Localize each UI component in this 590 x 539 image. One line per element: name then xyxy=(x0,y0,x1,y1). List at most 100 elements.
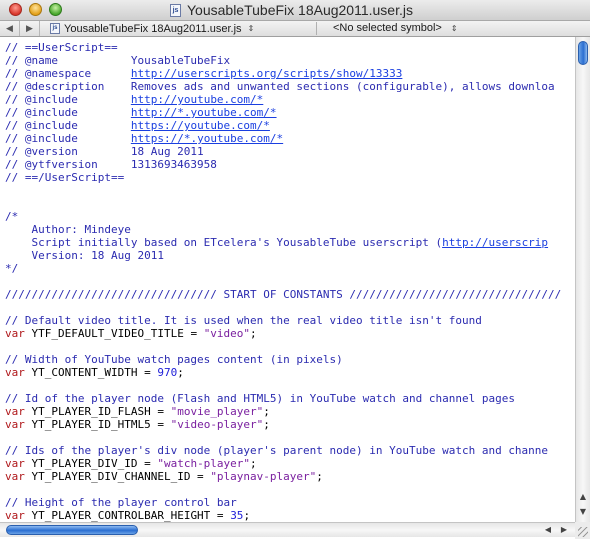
code-token: // @include xyxy=(5,106,131,119)
code-line[interactable]: var YT_PLAYER_ID_HTML5 = "video-player"; xyxy=(5,418,575,431)
code-token: //////////////////////////////// START O… xyxy=(5,288,562,301)
code-line[interactable]: var YT_CONTENT_WIDTH = 970; xyxy=(5,366,575,379)
code-token: // Width of YouTube watch pages content … xyxy=(5,353,343,366)
horizontal-scrollbar[interactable]: ◀ ▶ xyxy=(0,522,575,537)
code-link[interactable]: http://userscripts.org/scripts/show/1333… xyxy=(131,67,403,80)
code-line[interactable]: // @include http://youtube.com/* xyxy=(5,93,575,106)
code-line[interactable]: Version: 18 Aug 2011 xyxy=(5,249,575,262)
navbar-divider xyxy=(316,22,317,35)
code-token: // @ytfversion 1313693463958 xyxy=(5,158,217,171)
code-line[interactable]: // @include https://*.youtube.com/* xyxy=(5,132,575,145)
code-line[interactable] xyxy=(5,301,575,314)
code-line[interactable] xyxy=(5,379,575,392)
code-token: // ==/UserScript== xyxy=(5,171,125,184)
code-line[interactable]: var YT_PLAYER_DIV_ID = "watch-player"; xyxy=(5,457,575,470)
code-line[interactable] xyxy=(5,431,575,444)
code-token: YT_PLAYER_CONTROLBAR_HEIGHT = xyxy=(24,509,231,522)
code-token: var xyxy=(5,405,25,418)
popup-arrow-icon: ⇕ xyxy=(247,24,255,33)
code-link[interactable]: http://userscrip xyxy=(442,236,548,249)
code-line[interactable]: // @include http://*.youtube.com/* xyxy=(5,106,575,119)
code-token: "movie_player" xyxy=(170,405,264,418)
code-line[interactable] xyxy=(5,184,575,197)
code-link[interactable]: https://youtube.com/* xyxy=(131,119,270,132)
code-line[interactable]: // @include https://youtube.com/* xyxy=(5,119,575,132)
back-arrow-button[interactable]: ◀ xyxy=(0,21,20,36)
code-editor[interactable]: // ==UserScript==// @name YousableTubeFi… xyxy=(0,37,575,522)
scroll-left-arrow-icon[interactable]: ◀ xyxy=(541,523,555,537)
code-line[interactable]: // Default video title. It is used when … xyxy=(5,314,575,327)
code-line[interactable]: // @name YousableTubeFix xyxy=(5,54,575,67)
code-token: // @namespace xyxy=(5,67,131,80)
horizontal-scroll-thumb[interactable] xyxy=(6,525,138,535)
code-line[interactable]: var YT_PLAYER_DIV_CHANNEL_ID = "playnav-… xyxy=(5,470,575,483)
code-token: // Default video title. It is used when … xyxy=(5,314,482,327)
code-token: "playnav-player" xyxy=(210,470,317,483)
code-line[interactable]: // @version 18 Aug 2011 xyxy=(5,145,575,158)
code-token: // @include xyxy=(5,132,131,145)
code-token: ; xyxy=(250,327,257,340)
window-title-group: js YousableTubeFix 18Aug2011.user.js xyxy=(170,1,413,19)
code-line[interactable]: // Height of the player control bar xyxy=(5,496,575,509)
code-line[interactable]: // @description Removes ads and unwanted… xyxy=(5,80,575,93)
code-line[interactable]: // ==/UserScript== xyxy=(5,171,575,184)
resize-grip-icon[interactable] xyxy=(578,527,588,537)
code-token: */ xyxy=(5,262,19,275)
code-link[interactable]: http://youtube.com/* xyxy=(131,93,263,106)
code-line[interactable]: Script initially based on ETcelera's You… xyxy=(5,236,575,249)
code-line[interactable]: */ xyxy=(5,262,575,275)
code-line[interactable]: // Width of YouTube watch pages content … xyxy=(5,353,575,366)
code-line[interactable]: // Ids of the player's div node (player'… xyxy=(5,444,575,457)
code-line[interactable]: //////////////////////////////// START O… xyxy=(5,288,575,301)
code-line[interactable]: // @namespace http://userscripts.org/scr… xyxy=(5,67,575,80)
symbol-popup-menu[interactable]: <No selected symbol> ⇕ xyxy=(333,21,458,36)
zoom-window-button[interactable] xyxy=(49,3,62,16)
code-line[interactable]: Author: Mindeye xyxy=(5,223,575,236)
code-token: // Ids of the player's div node (player'… xyxy=(5,444,549,457)
vertical-scroll-thumb[interactable] xyxy=(578,41,588,65)
code-token: var xyxy=(5,470,25,483)
scroll-right-arrow-icon[interactable]: ▶ xyxy=(557,523,571,537)
code-line[interactable]: /* xyxy=(5,210,575,223)
code-line[interactable] xyxy=(5,340,575,353)
code-line[interactable]: // @ytfversion 1313693463958 xyxy=(5,158,575,171)
code-token: Author: Mindeye xyxy=(5,223,131,236)
code-line[interactable]: // ==UserScript== xyxy=(5,41,575,54)
code-token: // @include xyxy=(5,119,131,132)
forward-arrow-button[interactable]: ▶ xyxy=(20,21,40,36)
code-link[interactable]: http://*.youtube.com/* xyxy=(131,106,277,119)
code-token: // @include xyxy=(5,93,131,106)
code-token: "video" xyxy=(203,327,251,340)
code-token: var xyxy=(5,457,25,470)
code-token: "watch-player" xyxy=(157,457,251,470)
code-token: ; xyxy=(263,418,270,431)
code-token: ; xyxy=(316,470,323,483)
file-popup-label: YousableTubeFix 18Aug2011.user.js xyxy=(64,22,242,35)
vertical-scrollbar[interactable]: ▲ ▼ xyxy=(575,37,590,522)
code-line[interactable] xyxy=(5,483,575,496)
code-token: ; xyxy=(263,405,270,418)
code-line[interactable]: var YTF_DEFAULT_VIDEO_TITLE = "video"; xyxy=(5,327,575,340)
code-line[interactable]: // Id of the player node (Flash and HTML… xyxy=(5,392,575,405)
code-token: ; xyxy=(250,457,257,470)
code-line[interactable] xyxy=(5,275,575,288)
code-token: var xyxy=(5,366,25,379)
file-popup-menu[interactable]: js YousableTubeFix 18Aug2011.user.js ⇕ xyxy=(50,21,254,36)
code-token: // Id of the player node (Flash and HTML… xyxy=(5,392,515,405)
code-token: // @version 18 Aug 2011 xyxy=(5,145,204,158)
scroll-up-arrow-icon[interactable]: ▲ xyxy=(577,490,589,504)
code-token: // @name YousableTubeFix xyxy=(5,54,231,67)
close-window-button[interactable] xyxy=(9,3,22,16)
code-line[interactable]: var YT_PLAYER_CONTROLBAR_HEIGHT = 35; xyxy=(5,509,575,522)
navigation-bar: ◀ ▶ js YousableTubeFix 18Aug2011.user.js… xyxy=(0,21,590,37)
scroll-down-arrow-icon[interactable]: ▼ xyxy=(577,505,589,519)
window-title: YousableTubeFix 18Aug2011.user.js xyxy=(187,2,413,18)
code-link[interactable]: https://*.youtube.com/* xyxy=(131,132,283,145)
code-token: YT_PLAYER_DIV_CHANNEL_ID = xyxy=(24,470,211,483)
minimize-window-button[interactable] xyxy=(29,3,42,16)
code-line[interactable] xyxy=(5,197,575,210)
code-token: YTF_DEFAULT_VIDEO_TITLE = xyxy=(24,327,204,340)
code-token: 970 xyxy=(157,366,178,379)
code-line[interactable]: var YT_PLAYER_ID_FLASH = "movie_player"; xyxy=(5,405,575,418)
code-token: 35 xyxy=(230,509,244,522)
